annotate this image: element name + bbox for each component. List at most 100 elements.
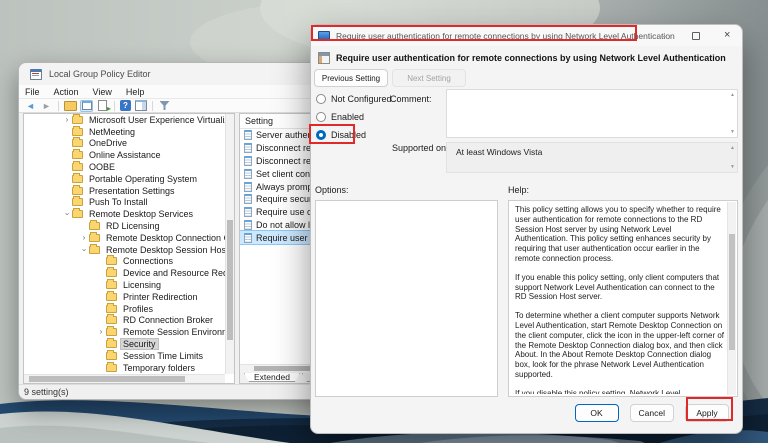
radio-disabled[interactable]: Disabled — [316, 129, 392, 141]
folder-icon — [106, 290, 117, 301]
tree-item-label: RD Connection Broker — [123, 315, 214, 326]
folder-icon — [72, 137, 83, 148]
menu-file[interactable]: File — [25, 87, 48, 97]
tree-item[interactable]: RD Connection Broker — [24, 314, 225, 327]
tree-item[interactable]: Portable Operating System — [24, 172, 225, 185]
help-scrollbar-thumb[interactable] — [729, 234, 735, 350]
radio-enabled[interactable]: Enabled — [316, 111, 392, 123]
folder-icon — [106, 326, 117, 337]
tree-vertical-scrollbar-thumb[interactable] — [227, 220, 233, 340]
chevron-expanded-icon[interactable]: › — [80, 245, 89, 255]
maximize-icon[interactable] — [692, 32, 700, 40]
tree-item[interactable]: › Remote Desktop Session Host — [24, 243, 225, 256]
forward-arrow-icon[interactable] — [40, 100, 53, 112]
folder-icon — [89, 243, 100, 254]
tree-vertical-scrollbar[interactable] — [225, 114, 234, 374]
chevron-collapsed-icon[interactable]: › — [62, 115, 72, 124]
scroll-up-icon: ▲ — [730, 145, 735, 151]
tree-item[interactable]: Connections — [24, 255, 225, 268]
close-icon[interactable]: × — [724, 29, 730, 42]
toolbar-separator — [58, 100, 59, 111]
settings-horizontal-scrollbar-thumb[interactable] — [254, 366, 312, 371]
supported-on-label: Supported on: — [392, 143, 449, 153]
up-folder-icon[interactable] — [64, 100, 77, 112]
ok-button[interactable]: OK — [574, 404, 619, 422]
folder-icon — [106, 361, 117, 372]
tree-item[interactable]: Printer Redirection — [24, 290, 225, 303]
tree-item[interactable]: OOBE — [24, 161, 225, 173]
folder-icon — [106, 338, 117, 349]
tree-item[interactable]: Security — [24, 338, 225, 351]
chevron-expanded-icon[interactable]: › — [63, 209, 72, 219]
policy-doc-icon — [244, 194, 252, 205]
comment-label: Comment: — [390, 94, 432, 104]
menu-action[interactable]: Action — [54, 87, 87, 97]
tree-item[interactable]: NetMeeting — [24, 125, 225, 138]
tree-item[interactable]: Profiles — [24, 302, 225, 315]
filter-icon[interactable] — [158, 100, 171, 112]
tree-item[interactable]: › Microsoft User Experience Virtualizatio… — [24, 114, 225, 126]
chevron-collapsed-icon[interactable]: › — [96, 328, 106, 336]
radio-label: Enabled — [331, 112, 365, 122]
minimize-icon[interactable] — [658, 36, 667, 37]
policy-setting-icon — [318, 52, 330, 64]
folder-icon — [106, 349, 117, 360]
apply-button[interactable]: Apply — [685, 404, 729, 422]
tree-item[interactable]: OneDrive — [24, 137, 225, 150]
supported-on-value: At least Windows Vista — [456, 147, 543, 157]
folder-icon — [72, 184, 83, 195]
options-panel — [315, 200, 498, 397]
tree-item[interactable]: › Remote Desktop Connection Client — [24, 231, 225, 244]
help-icon[interactable] — [120, 100, 131, 111]
tree-items: › Microsoft User Experience Virtualizatio… — [24, 114, 225, 374]
tree-item[interactable]: Online Assistance — [24, 149, 225, 161]
tree-item-label: Microsoft User Experience Virtualization — [89, 114, 225, 125]
policy-doc-icon — [244, 155, 252, 166]
tree-item[interactable]: RD Licensing — [24, 220, 225, 232]
tree-item[interactable]: › Remote Session Environment — [24, 326, 225, 338]
action-pane-icon[interactable] — [134, 100, 147, 112]
folder-icon — [72, 149, 83, 160]
tree-item-label: Session Time Limits — [123, 350, 204, 361]
toolbar-separator — [152, 100, 153, 111]
dialog-titlebar[interactable]: Require user authentication for remote c… — [311, 25, 742, 46]
folder-icon — [72, 172, 83, 183]
menu-view[interactable]: View — [93, 87, 120, 97]
tree-item[interactable]: Temporary folders — [24, 361, 225, 374]
console-tree-icon[interactable] — [80, 99, 93, 112]
tree-horizontal-scrollbar[interactable] — [24, 374, 225, 383]
scroll-up-icon[interactable]: ▲ — [730, 92, 735, 98]
folder-icon — [89, 231, 100, 242]
comment-textarea[interactable]: ▲ ▼ — [446, 89, 738, 138]
tree-horizontal-scrollbar-thumb[interactable] — [29, 376, 185, 382]
tree-item[interactable]: Device and Resource Redirection — [24, 267, 225, 279]
help-label: Help: — [508, 185, 530, 195]
folder-icon — [72, 114, 83, 124]
policy-doc-icon — [244, 143, 252, 154]
previous-setting-button[interactable]: Previous Setting — [314, 69, 388, 87]
tree-item[interactable]: Session Time Limits — [24, 349, 225, 362]
tree-item[interactable]: Push To Install — [24, 196, 225, 209]
chevron-collapsed-icon[interactable]: › — [79, 233, 89, 242]
menu-help[interactable]: Help — [126, 87, 153, 97]
tab-extended[interactable]: Extended — [244, 373, 300, 382]
tree-panel: › Microsoft User Experience Virtualizatio… — [23, 113, 235, 384]
tree-item-label: Security — [120, 338, 159, 351]
next-setting-button: Next Setting — [392, 69, 466, 87]
help-scrollbar[interactable] — [727, 202, 736, 395]
radio-not-configured[interactable]: Not Configured — [316, 93, 392, 105]
cancel-button[interactable]: Cancel — [629, 404, 674, 422]
tree-item-label: Portable Operating System — [89, 173, 198, 184]
scroll-down-icon[interactable]: ▼ — [730, 129, 735, 135]
back-arrow-icon[interactable] — [24, 100, 37, 112]
tree-item[interactable]: Presentation Settings — [24, 184, 225, 197]
tree-item[interactable]: Licensing — [24, 279, 225, 291]
tree-item[interactable]: › Remote Desktop Services — [24, 208, 225, 220]
policy-name: Require user authentication for remote c… — [336, 53, 726, 63]
export-list-icon[interactable] — [96, 100, 111, 113]
state-radio-group: Not Configured Enabled Disabled — [316, 93, 392, 147]
radio-icon — [316, 112, 326, 122]
radio-icon — [316, 130, 326, 140]
radio-icon — [316, 94, 326, 104]
tree-item-label: Remote Session Environment — [123, 327, 225, 338]
